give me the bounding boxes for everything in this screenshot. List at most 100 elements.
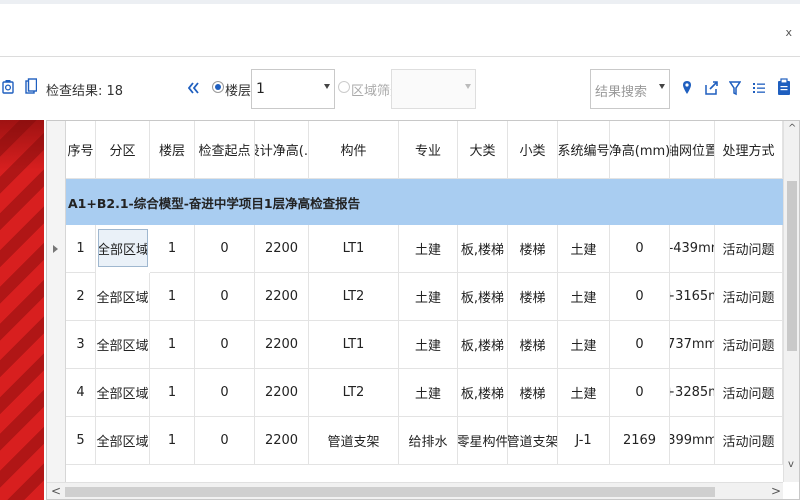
column-header[interactable]: 分区 [96, 121, 150, 179]
table-cell[interactable]: 全部区域 [96, 417, 150, 465]
table-cell[interactable]: 楼梯 [508, 369, 558, 417]
vertical-scroll-thumb[interactable] [787, 181, 797, 351]
table-cell[interactable]: 活动问题 [715, 369, 783, 417]
column-header[interactable]: 系统编号 [558, 121, 610, 179]
table-cell[interactable]: 全部区域 [96, 273, 150, 321]
table-cell[interactable]: 5 [66, 417, 96, 465]
table-cell[interactable]: 0 [195, 321, 255, 369]
table-cell[interactable]: 2200 [255, 225, 309, 273]
filter-icon[interactable] [729, 80, 741, 96]
close-button[interactable]: x [785, 26, 792, 39]
table-cell[interactable]: 给排水 [399, 417, 458, 465]
area-filter-select[interactable] [391, 69, 476, 109]
table-cell[interactable]: 土建 [399, 225, 458, 273]
table-cell[interactable]: 土建 [558, 273, 610, 321]
table-cell[interactable]: 4(-399mm)... [670, 417, 715, 465]
table-cell[interactable]: 0 [195, 225, 255, 273]
table-cell[interactable]: LT1 [309, 225, 399, 273]
area-filter-radio[interactable] [338, 81, 350, 93]
table-cell[interactable]: 3 [66, 321, 96, 369]
table-cell[interactable]: LT1 [309, 321, 399, 369]
table-cell[interactable]: 1 [150, 417, 195, 465]
table-cell[interactable]: a(-439mm) [670, 225, 715, 273]
table-cell[interactable]: 0 [610, 225, 670, 273]
table-cell[interactable]: 1 [150, 321, 195, 369]
copy-icon[interactable] [25, 78, 37, 95]
table-cell[interactable]: 板,楼梯 [458, 321, 508, 369]
horizontal-scrollbar[interactable]: < > [47, 482, 783, 499]
column-header[interactable]: 专业 [399, 121, 458, 179]
column-header[interactable]: 设计净高(... [255, 121, 309, 179]
table-cell[interactable]: 楼梯 [508, 225, 558, 273]
table-cell[interactable]: 全部区域 [96, 321, 150, 369]
table-cell[interactable]: 1(+3165m... [670, 273, 715, 321]
table-cell[interactable]: 2200 [255, 273, 309, 321]
table-cell[interactable]: 土建 [558, 369, 610, 417]
table-cell[interactable]: LT2 [309, 273, 399, 321]
table-cell[interactable]: 0 [195, 417, 255, 465]
table-cell[interactable]: 2 [66, 273, 96, 321]
scroll-down-icon[interactable]: v [788, 459, 794, 470]
table-cell[interactable]: 管道支架 [508, 417, 558, 465]
horizontal-scroll-thumb[interactable] [65, 487, 715, 497]
column-header[interactable]: 净高(mm) [610, 121, 670, 179]
table-cell[interactable]: J-1 [558, 417, 610, 465]
table-cell[interactable]: 土建 [558, 321, 610, 369]
table-cell[interactable]: 楼梯 [508, 321, 558, 369]
table-cell[interactable]: 土建 [399, 273, 458, 321]
table-cell[interactable]: 1(+3285m... [670, 369, 715, 417]
group-row[interactable]: A1+B2.1-综合模型-奋进中学项目1层净高检查报告 [66, 179, 783, 225]
table-cell[interactable]: 板,楼梯 [458, 369, 508, 417]
table-cell[interactable]: 1 [150, 225, 195, 273]
column-header[interactable]: 轴网位置 [670, 121, 715, 179]
table-cell[interactable]: LT2 [309, 369, 399, 417]
floor-select[interactable]: 1 [251, 69, 335, 109]
table-cell[interactable]: 全部区域 [96, 369, 150, 417]
result-grid[interactable]: 序号分区楼层检查起点设计净高(...构件专业大类小类系统编号净高(mm)轴网位置… [46, 120, 800, 500]
table-cell[interactable]: 板,楼梯 [458, 225, 508, 273]
column-header[interactable]: 处理方式 [715, 121, 783, 179]
table-cell[interactable]: 2200 [255, 369, 309, 417]
table-cell[interactable]: 土建 [558, 225, 610, 273]
table-cell[interactable]: 1 [150, 369, 195, 417]
table-cell[interactable]: 全部区域 [98, 229, 148, 267]
table-cell[interactable]: 楼梯 [508, 273, 558, 321]
scroll-up-icon[interactable]: ^ [788, 123, 796, 134]
table-cell[interactable]: 土建 [399, 369, 458, 417]
clipboard-icon[interactable] [777, 78, 791, 96]
table-cell[interactable]: 活动问题 [715, 417, 783, 465]
table-cell[interactable]: 管道支架 [309, 417, 399, 465]
table-cell[interactable]: 板,楼梯 [458, 273, 508, 321]
table-cell[interactable]: 活动问题 [715, 273, 783, 321]
column-header[interactable]: 检查起点 [195, 121, 255, 179]
table-cell[interactable]: 土建 [399, 321, 458, 369]
location-pin-icon[interactable] [682, 80, 692, 96]
camera-icon[interactable] [2, 79, 14, 95]
table-cell[interactable]: 0 [195, 273, 255, 321]
floor-radio[interactable] [212, 81, 224, 93]
vertical-scrollbar[interactable]: ^ v [783, 121, 799, 482]
table-cell[interactable]: 1 [150, 273, 195, 321]
table-cell[interactable]: 0 [610, 321, 670, 369]
column-header[interactable]: 大类 [458, 121, 508, 179]
scroll-left-icon[interactable]: < [51, 484, 61, 498]
table-cell[interactable]: 2200 [255, 417, 309, 465]
table-cell[interactable]: 2169 [610, 417, 670, 465]
export-icon[interactable] [705, 80, 719, 96]
column-header[interactable]: 序号 [66, 121, 96, 179]
table-cell[interactable]: 0 [610, 369, 670, 417]
table-cell[interactable]: 活动问题 [715, 321, 783, 369]
result-search-select[interactable]: 结果搜索 [590, 69, 670, 109]
list-icon[interactable] [752, 80, 766, 96]
table-cell[interactable]: 零星构件 [458, 417, 508, 465]
table-cell[interactable]: a(-737mm)... [670, 321, 715, 369]
table-cell[interactable]: 2200 [255, 321, 309, 369]
table-cell[interactable]: 0 [195, 369, 255, 417]
column-header[interactable]: 构件 [309, 121, 399, 179]
table-cell[interactable]: 4 [66, 369, 96, 417]
scroll-right-icon[interactable]: > [771, 484, 781, 498]
table-cell[interactable]: 活动问题 [715, 225, 783, 273]
table-cell[interactable]: 0 [610, 273, 670, 321]
column-header[interactable]: 楼层 [150, 121, 195, 179]
table-cell[interactable]: 1 [66, 225, 96, 273]
